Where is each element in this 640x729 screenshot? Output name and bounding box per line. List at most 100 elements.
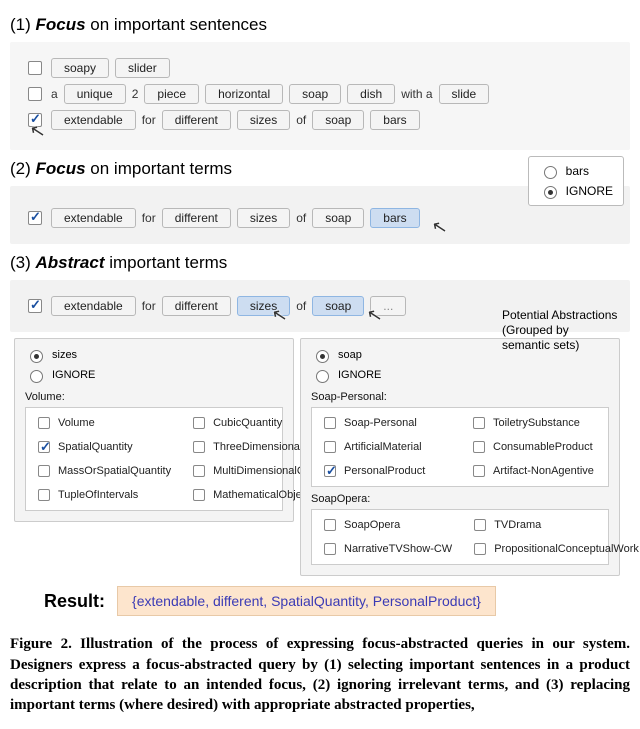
- callout-abstractions: Potential Abstractions (Grouped by seman…: [502, 308, 632, 353]
- opt-toiletry[interactable]: ToiletrySubstance: [469, 414, 600, 432]
- cb-pcw[interactable]: [474, 543, 486, 555]
- callout-line: semantic sets): [502, 338, 579, 352]
- opt-pcw[interactable]: PropositionalConceptualWork: [470, 540, 639, 558]
- cb-sp[interactable]: [324, 417, 336, 429]
- opt-so[interactable]: SoapOpera: [320, 516, 452, 534]
- chip-slide[interactable]: slide: [439, 84, 490, 104]
- chip-unique[interactable]: unique: [64, 84, 126, 104]
- terms-checkbox[interactable]: [28, 211, 42, 225]
- chip-sizes-2[interactable]: sizes: [237, 208, 290, 228]
- cb-volume[interactable]: [38, 417, 50, 429]
- radio-label: IGNORE: [52, 369, 95, 381]
- radio-opt-ignore[interactable]: IGNORE: [25, 367, 283, 383]
- radio-opt-sizes[interactable]: sizes: [25, 347, 283, 363]
- group-soapopera: SoapOpera:: [311, 493, 609, 505]
- row1-checkbox[interactable]: [28, 61, 42, 75]
- opt-label: ConsumableProduct: [493, 441, 593, 453]
- chip-slider[interactable]: slider: [115, 58, 170, 78]
- opt-massorspatial[interactable]: MassOrSpatialQuantity: [34, 462, 171, 480]
- opt-label: Volume: [58, 417, 95, 429]
- chip-horizontal[interactable]: horizontal: [205, 84, 283, 104]
- chip-piece[interactable]: piece: [144, 84, 199, 104]
- chip-different[interactable]: different: [162, 110, 231, 130]
- chip-sizes-sel[interactable]: sizes: [237, 296, 290, 316]
- opt-personalproduct[interactable]: PersonalProduct: [320, 462, 451, 480]
- row2-checkbox[interactable]: [28, 87, 42, 101]
- chip-soap-sel[interactable]: soap: [312, 296, 364, 316]
- cb-tvd[interactable]: [474, 519, 486, 531]
- word-of-3: of: [296, 299, 306, 313]
- cb-tuple[interactable]: [38, 489, 50, 501]
- popover-opt-ignore[interactable]: IGNORE: [539, 183, 613, 199]
- cb-am[interactable]: [324, 441, 336, 453]
- cb-mos[interactable]: [38, 465, 50, 477]
- sentence-row-3: extendable for different sizes of soap b…: [22, 110, 618, 130]
- opt-label: MassOrSpatialQuantity: [58, 465, 171, 477]
- opt-tuple[interactable]: TupleOfIntervals: [34, 486, 171, 504]
- opt-label: TVDrama: [494, 519, 541, 531]
- opt-volume[interactable]: Volume: [34, 414, 171, 432]
- cb-math[interactable]: [193, 489, 205, 501]
- chip-different-3[interactable]: different: [162, 296, 231, 316]
- radio-ignore-3[interactable]: [316, 370, 329, 383]
- opt-label: PropositionalConceptualWork: [494, 543, 639, 555]
- chip-bars-sel[interactable]: bars: [370, 208, 419, 228]
- chip-bars[interactable]: bars: [370, 110, 419, 130]
- group-volume: Volume:: [25, 391, 283, 403]
- result-row: Result: {extendable, different, SpatialQ…: [10, 586, 630, 616]
- cb-pp[interactable]: [324, 465, 336, 477]
- chip-extendable[interactable]: extendable: [51, 110, 136, 130]
- opt-sp[interactable]: Soap-Personal: [320, 414, 451, 432]
- cb-cubic[interactable]: [193, 417, 205, 429]
- opt-tvdrama[interactable]: TVDrama: [470, 516, 639, 534]
- cb-spatial[interactable]: [38, 441, 50, 453]
- word-for-3: for: [142, 299, 156, 313]
- word-of-2: of: [296, 211, 306, 225]
- radio-soap[interactable]: [316, 350, 329, 363]
- radio-ignore-2[interactable]: [30, 370, 43, 383]
- opt-label: SoapOpera: [344, 519, 400, 531]
- opt-artifact[interactable]: Artifact-NonAgentive: [469, 462, 600, 480]
- radio-opt-ignore-3[interactable]: IGNORE: [311, 367, 609, 383]
- opt-label: Soap-Personal: [344, 417, 417, 429]
- abs-panel-sizes: sizes IGNORE Volume: Volume CubicQuantit…: [14, 338, 294, 522]
- cb-cons[interactable]: [473, 441, 485, 453]
- chip-soap-4[interactable]: soap: [312, 208, 364, 228]
- chip-different-2[interactable]: different: [162, 208, 231, 228]
- cb-art[interactable]: [473, 465, 485, 477]
- opt-label: NarrativeTVShow-CW: [344, 543, 452, 555]
- word-2: 2: [132, 87, 139, 101]
- opt-label: PersonalProduct: [344, 465, 425, 477]
- opt-spatial[interactable]: SpatialQuantity: [34, 438, 171, 456]
- chip-extendable-2[interactable]: extendable: [51, 208, 136, 228]
- cb-3d[interactable]: [193, 441, 205, 453]
- cb-so[interactable]: [324, 519, 336, 531]
- radio-sizes[interactable]: [30, 350, 43, 363]
- chip-extendable-3[interactable]: extendable: [51, 296, 136, 316]
- abstract-checkbox[interactable]: [28, 299, 42, 313]
- opt-narrative[interactable]: NarrativeTVShow-CW: [320, 540, 452, 558]
- opt-artmat[interactable]: ArtificialMaterial: [320, 438, 451, 456]
- popover-opt-bars[interactable]: bars: [539, 163, 613, 179]
- chip-sizes[interactable]: sizes: [237, 110, 290, 130]
- opt-label: ToiletrySubstance: [493, 417, 580, 429]
- cb-multi[interactable]: [193, 465, 205, 477]
- result-label: Result:: [44, 591, 105, 612]
- abstraction-panels: sizes IGNORE Volume: Volume CubicQuantit…: [10, 338, 630, 576]
- opt-label: Artifact-NonAgentive: [493, 465, 594, 477]
- cb-toil[interactable]: [473, 417, 485, 429]
- radio-label: IGNORE: [338, 369, 381, 381]
- chip-soap-3[interactable]: soap: [312, 110, 364, 130]
- chip-soapy[interactable]: soapy: [51, 58, 109, 78]
- chip-dish[interactable]: dish: [347, 84, 395, 104]
- radio-label: sizes: [52, 349, 77, 361]
- section-num: (3): [10, 253, 31, 272]
- radio-bars[interactable]: [544, 166, 557, 179]
- chip-ellipsis[interactable]: ...: [370, 296, 406, 316]
- chip-soap[interactable]: soap: [289, 84, 341, 104]
- word-with-a: with a: [401, 87, 432, 101]
- row3-checkbox[interactable]: [28, 113, 42, 127]
- opt-consumable[interactable]: ConsumableProduct: [469, 438, 600, 456]
- cb-narr[interactable]: [324, 543, 336, 555]
- radio-ignore[interactable]: [544, 186, 557, 199]
